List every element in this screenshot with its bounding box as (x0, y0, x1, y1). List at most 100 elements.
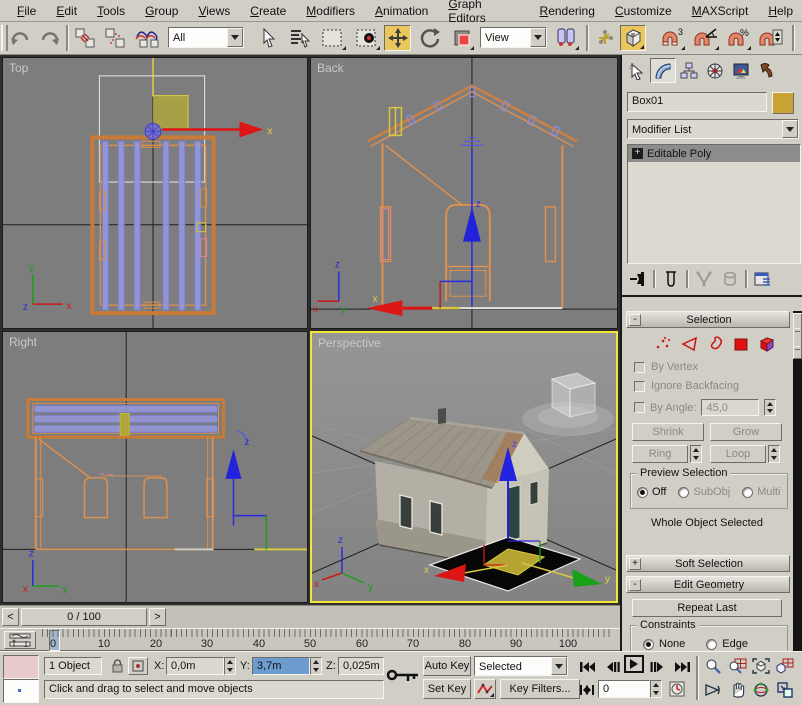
select-object-button[interactable] (256, 25, 282, 51)
menu-create[interactable]: Create (241, 2, 295, 20)
expand-icon[interactable]: + (629, 558, 641, 570)
panel-scrollbar-track[interactable] (793, 311, 802, 651)
snap-toggle-3-button[interactable]: 3 (658, 25, 686, 51)
dropdown-arrow-icon[interactable] (530, 28, 546, 47)
rectangular-selection-region-button[interactable] (317, 25, 347, 51)
set-key-button[interactable]: Set Key (423, 679, 471, 699)
absolute-offset-mode-toggle[interactable] (128, 657, 148, 675)
collapse-icon[interactable]: - (629, 579, 641, 591)
dropdown-arrow-icon[interactable] (551, 657, 567, 675)
snaps-toggle-button[interactable] (620, 25, 646, 51)
go-to-start-button[interactable] (576, 657, 598, 677)
use-pivot-point-center-button[interactable] (552, 25, 580, 51)
object-color-swatch[interactable] (772, 92, 794, 114)
menu-animation[interactable]: Animation (366, 2, 437, 20)
track-bar[interactable]: 0 10 20 30 40 50 60 70 80 90 100 (0, 628, 620, 651)
zoom-button[interactable] (702, 656, 724, 676)
select-and-rotate-button[interactable] (416, 25, 444, 51)
loop-spinner[interactable] (768, 445, 780, 463)
time-configuration-button[interactable] (666, 679, 688, 699)
spinner-snap-toggle-button[interactable] (755, 25, 785, 51)
time-slider-handle[interactable]: 0 / 100 (21, 608, 147, 626)
tab-hierarchy[interactable] (676, 58, 702, 83)
pan-button[interactable] (727, 680, 749, 700)
key-mode-dropdown[interactable]: Selected (474, 656, 568, 676)
tab-motion[interactable] (702, 58, 728, 83)
modifier-list-dropdown[interactable]: Modifier List (627, 119, 799, 139)
vertex-subobject-icon[interactable] (654, 336, 672, 352)
collapse-icon[interactable]: - (629, 314, 641, 326)
bind-to-spacewarp-button[interactable] (131, 25, 163, 51)
auto-key-button[interactable]: Auto Key (423, 656, 471, 676)
viewport-right-canvas[interactable]: z zxy (3, 332, 307, 602)
soft-selection-rollout-header[interactable]: + Soft Selection (626, 555, 790, 572)
tab-display[interactable] (728, 58, 754, 83)
tab-create[interactable] (624, 58, 650, 83)
y-coordinate-field[interactable]: 3,7m (252, 657, 310, 675)
frame-spinner[interactable] (650, 680, 662, 698)
menu-maxscript[interactable]: MAXScript (683, 2, 758, 20)
play-button[interactable] (624, 655, 644, 673)
menu-views[interactable]: Views (189, 2, 239, 20)
undo-button[interactable] (7, 25, 33, 51)
zoom-extents-all-button[interactable] (774, 656, 796, 676)
selection-set-swatch-top[interactable] (3, 655, 39, 679)
window-crossing-toggle-button[interactable] (351, 25, 381, 51)
by-angle-spinner[interactable] (764, 399, 776, 416)
zoom-all-button[interactable] (727, 656, 749, 676)
percent-snap-toggle-button[interactable]: % (724, 25, 752, 51)
viewport-right[interactable]: Right (2, 331, 308, 603)
current-frame-field[interactable]: 0 (598, 680, 650, 698)
menu-group[interactable]: Group (136, 2, 187, 20)
object-name-field[interactable]: Box01 (627, 92, 767, 112)
field-of-view-button[interactable] (702, 680, 724, 700)
by-vertex-checkbox[interactable] (634, 362, 645, 373)
ring-spinner[interactable] (690, 445, 702, 463)
select-and-link-button[interactable] (71, 25, 99, 51)
ring-button[interactable]: Ring (632, 445, 688, 463)
remove-modifier-button[interactable] (719, 269, 741, 289)
polygon-subobject-icon[interactable] (733, 336, 749, 352)
menu-tools[interactable]: Tools (88, 2, 134, 20)
key-mode-toggle-button[interactable] (576, 680, 598, 700)
shrink-button[interactable]: Shrink (632, 423, 704, 441)
selection-filter-dropdown[interactable]: All (168, 27, 244, 48)
select-and-manipulate-button[interactable] (592, 25, 617, 51)
key-filters-button[interactable]: Key Filters... (500, 679, 580, 699)
x-coordinate-field[interactable]: 0,0m (166, 657, 224, 675)
viewport-back-canvas[interactable]: z x zxy (311, 58, 617, 328)
menu-customize[interactable]: Customize (606, 2, 681, 20)
preview-subobj-radio[interactable] (678, 487, 689, 498)
go-to-end-button[interactable] (672, 657, 694, 677)
panel-scrollbar-thumb[interactable] (793, 313, 802, 359)
unlink-selection-button[interactable] (101, 25, 129, 51)
viewport-perspective-canvas[interactable]: z x y zxy (312, 333, 616, 601)
maximize-viewport-toggle-button[interactable] (774, 680, 796, 700)
edit-geometry-rollout-header[interactable]: - Edit Geometry (626, 576, 790, 593)
preview-multi-radio[interactable] (742, 487, 753, 498)
next-frame-button[interactable] (646, 657, 668, 677)
show-end-result-button[interactable] (660, 269, 682, 289)
selection-rollout-header[interactable]: - Selection (626, 311, 790, 328)
selection-lock-toggle[interactable] (106, 656, 128, 676)
pin-stack-button[interactable] (627, 269, 649, 289)
configure-modifier-sets-button[interactable] (752, 269, 774, 289)
constraint-edge-radio[interactable] (706, 639, 717, 650)
y-spinner[interactable] (310, 657, 322, 675)
select-and-move-button[interactable] (384, 25, 411, 51)
edge-subobject-icon[interactable] (681, 336, 699, 352)
stack-item-editable-poly[interactable]: + Editable Poly (628, 145, 800, 162)
loop-button[interactable]: Loop (710, 445, 766, 463)
set-key-filters-curve-button[interactable] (474, 679, 496, 699)
redo-button[interactable] (37, 25, 63, 51)
by-angle-field[interactable]: 45,0 (701, 399, 759, 416)
tab-modify[interactable] (650, 58, 676, 83)
zoom-extents-button[interactable] (750, 656, 772, 676)
grow-button[interactable]: Grow (710, 423, 782, 441)
constraint-none-radio[interactable] (643, 639, 654, 650)
time-slider-prev-button[interactable]: < (2, 608, 19, 626)
previous-frame-button[interactable] (602, 657, 624, 677)
select-and-scale-button[interactable] (449, 25, 475, 51)
menu-file[interactable]: File (8, 2, 45, 20)
select-by-name-button[interactable] (286, 25, 314, 51)
